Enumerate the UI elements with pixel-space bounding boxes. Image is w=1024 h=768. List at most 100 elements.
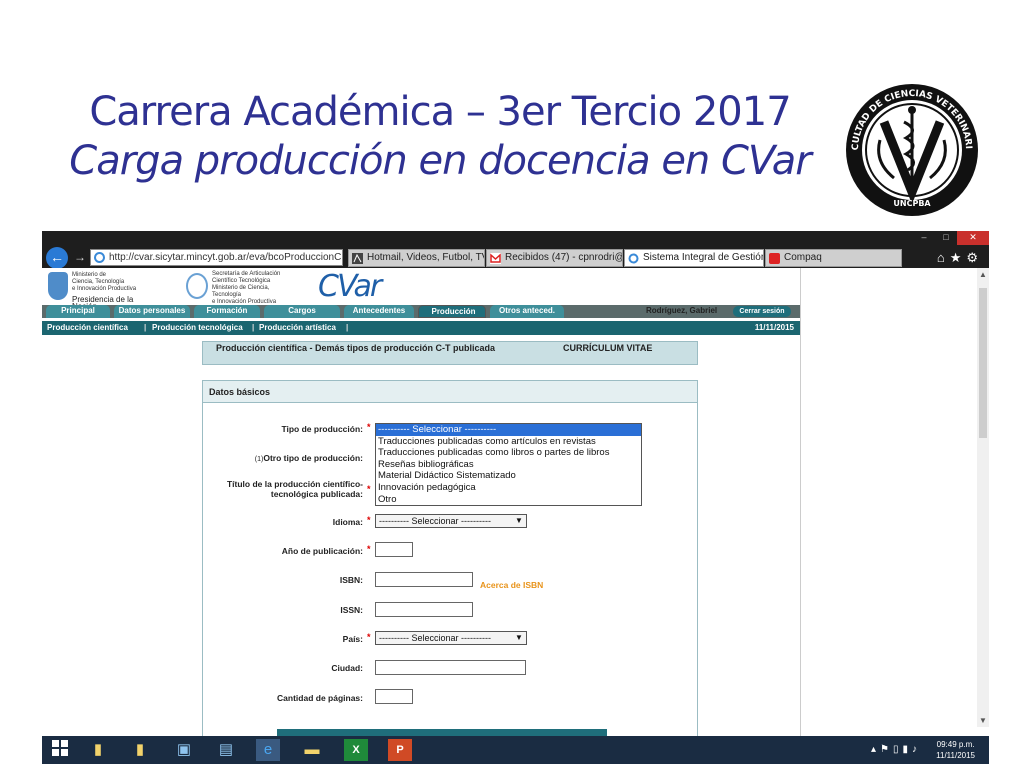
menu-item-principal[interactable]: Principal [46, 305, 110, 318]
list-option[interactable]: Material Didáctico Sistematizado [376, 470, 641, 482]
paginas-label: Cantidad de páginas: [277, 693, 363, 703]
compaq-icon [769, 253, 780, 264]
sub-menu: Producción científica | Producción tecno… [42, 321, 800, 335]
submenu-produccion-tecnologica[interactable]: Producción tecnológica [152, 321, 243, 334]
signal-icon[interactable]: ▮ [902, 744, 912, 755]
ciudad-input[interactable] [375, 660, 526, 675]
flag-icon[interactable]: ⚑ [880, 744, 893, 755]
browser-tab[interactable]: Hotmail, Videos, Futbol, TV, A... [348, 249, 485, 267]
minimize-icon[interactable]: – [913, 231, 935, 245]
clock-date: 11/11/2015 [936, 751, 975, 760]
documents-icon[interactable]: ▮ [128, 739, 152, 761]
menu-item-otros-antecedentes[interactable]: Otros anteced. [490, 305, 564, 318]
remote-desktop-icon[interactable]: ▤ [214, 739, 238, 761]
logout-button[interactable]: Cerrar sesión [733, 306, 791, 317]
browser-screenshot: – □ ✕ ← → http://cvar.sicytar.mincyt.gob… [42, 231, 989, 764]
folder-icon[interactable]: ▬ [300, 739, 324, 761]
faculty-logo: FACULTAD DE CIENCIAS VETERINARIAS UNCPBA [844, 82, 978, 216]
menu-item-produccion[interactable]: Producción [418, 305, 486, 318]
idioma-select[interactable]: ---------- Seleccionar ---------- ▼ [375, 514, 527, 528]
scroll-up-icon[interactable]: ▲ [979, 270, 987, 279]
gmail-icon [490, 253, 501, 264]
windows-taskbar: ▮ ▮ ▣ ▤ e ▬ X P ▴⚑▯▮♪ 09:49 p.m. 11/11/2… [42, 736, 989, 764]
list-option[interactable]: Innovación pedagógica [376, 482, 641, 494]
submenu-produccion-cientifica[interactable]: Producción científica [47, 321, 128, 334]
submenu-separator: | [144, 323, 147, 332]
menu-item-datos-personales[interactable]: Datos personales [114, 305, 190, 318]
file-explorer-icon[interactable]: ▮ [86, 739, 110, 761]
powerpoint-icon[interactable]: P [388, 739, 412, 761]
clock-time: 09:49 p.m. [936, 740, 975, 749]
favorites-icon[interactable]: ★ [950, 250, 967, 265]
tipo-produccion-listbox[interactable]: ---------- Seleccionar ---------- Traduc… [375, 423, 642, 506]
gear-icon[interactable]: ⚙ [966, 250, 983, 265]
taskbar-clock[interactable]: 09:49 p.m. 11/11/2015 [936, 739, 975, 761]
menu-item-formacion[interactable]: Formación [194, 305, 260, 318]
volume-icon[interactable]: ♪ [912, 744, 921, 755]
logo-bottom-text: UNCPBA [893, 199, 931, 208]
browser-tab[interactable]: Sistema Integral de Gestión ... [624, 249, 764, 267]
excel-icon[interactable]: X [344, 739, 368, 761]
list-option[interactable]: Traducciones publicadas como libros o pa… [376, 447, 641, 459]
address-text: http://cvar.sicytar.mincyt.gob.ar/eva/bc… [109, 252, 342, 263]
window-controls: – □ ✕ [913, 231, 989, 245]
gov2-line: Ministerio de Ciencia, Tecnología [212, 285, 270, 298]
issn-input[interactable] [375, 602, 473, 617]
chevron-down-icon: ▼ [515, 516, 523, 525]
browser-tab[interactable]: Recibidos (47) - cpnrodri@gm... [486, 249, 623, 267]
list-option[interactable]: Otro [376, 494, 641, 506]
paginas-input[interactable] [375, 689, 413, 704]
menu-item-antecedentes[interactable]: Antecedentes [344, 305, 414, 318]
swirl-icon [186, 273, 208, 299]
gov2-line: Científico Tecnológica [212, 278, 271, 284]
gov1-line: Ciencia, Tecnología [72, 279, 125, 285]
vertical-scrollbar[interactable]: ▲ ▼ [977, 268, 989, 727]
internet-explorer-icon[interactable]: e [256, 739, 280, 761]
list-option[interactable]: ---------- Seleccionar ---------- [376, 424, 641, 436]
address-bar[interactable]: http://cvar.sicytar.mincyt.gob.ar/eva/bc… [90, 249, 343, 266]
submenu-separator: | [252, 323, 255, 332]
tab-label: Recibidos (47) - cpnrodri@gm... [505, 252, 622, 263]
menu-item-cargos[interactable]: Cargos [264, 305, 340, 318]
browser-tab[interactable]: Compaq [765, 249, 902, 267]
issn-label: ISSN: [340, 605, 363, 615]
close-icon[interactable]: ✕ [957, 231, 989, 245]
idioma-label: Idioma: [332, 517, 363, 527]
list-option[interactable]: Reseñas bibliográficas [376, 459, 641, 471]
required-mark: * [367, 484, 371, 494]
otro-tipo-label: (1)Otro tipo de producción: [223, 453, 363, 465]
idioma-value: ---------- Seleccionar ---------- [379, 516, 491, 526]
home-icon[interactable]: ⌂ [937, 250, 950, 265]
submenu-produccion-artistica[interactable]: Producción artística [259, 321, 336, 334]
isbn-input[interactable] [375, 572, 473, 587]
user-name: Rodríguez, Gabriel [646, 306, 718, 315]
network-icon[interactable]: ▣ [172, 739, 196, 761]
forward-button[interactable]: → [74, 250, 86, 264]
scroll-thumb[interactable] [979, 288, 987, 438]
isbn-label: ISBN: [339, 575, 363, 585]
required-mark: * [367, 632, 371, 642]
secretariat-logo: Secretaría de Articulación Científico Te… [186, 271, 298, 305]
web-page: Ministerio de Ciencia, Tecnología e Inno… [42, 268, 800, 764]
tray-arrow-icon[interactable]: ▴ [871, 744, 880, 755]
slide-title-line2: Carga producción en docencia en CVar [69, 138, 811, 184]
required-mark: * [367, 515, 371, 525]
maximize-icon[interactable]: □ [935, 231, 957, 245]
pais-label: País: [342, 634, 363, 644]
pais-select[interactable]: ---------- Seleccionar ---------- ▼ [375, 631, 527, 645]
scroll-down-icon[interactable]: ▼ [979, 716, 987, 725]
ie-tab-icon [628, 253, 639, 264]
system-tray: ▴⚑▯▮♪ [871, 744, 921, 755]
back-button[interactable]: ← [46, 247, 68, 269]
gov1-line: Ministerio de [72, 272, 107, 278]
windows-start-icon[interactable] [48, 739, 72, 761]
gov1-line: e Innovación Productiva [72, 286, 137, 292]
form-header: Producción científica - Demás tipos de p… [202, 341, 698, 365]
form-header-title: Producción científica - Demás tipos de p… [216, 343, 496, 353]
site-banner: Ministerio de Ciencia, Tecnología e Inno… [42, 268, 800, 311]
anio-input[interactable] [375, 542, 413, 557]
list-option[interactable]: Traducciones publicadas como artículos e… [376, 436, 641, 448]
ie-icon [94, 252, 105, 263]
isbn-info-link[interactable]: Acerca de ISBN [480, 580, 543, 590]
tab-label: Sistema Integral de Gestión ... [643, 252, 764, 263]
